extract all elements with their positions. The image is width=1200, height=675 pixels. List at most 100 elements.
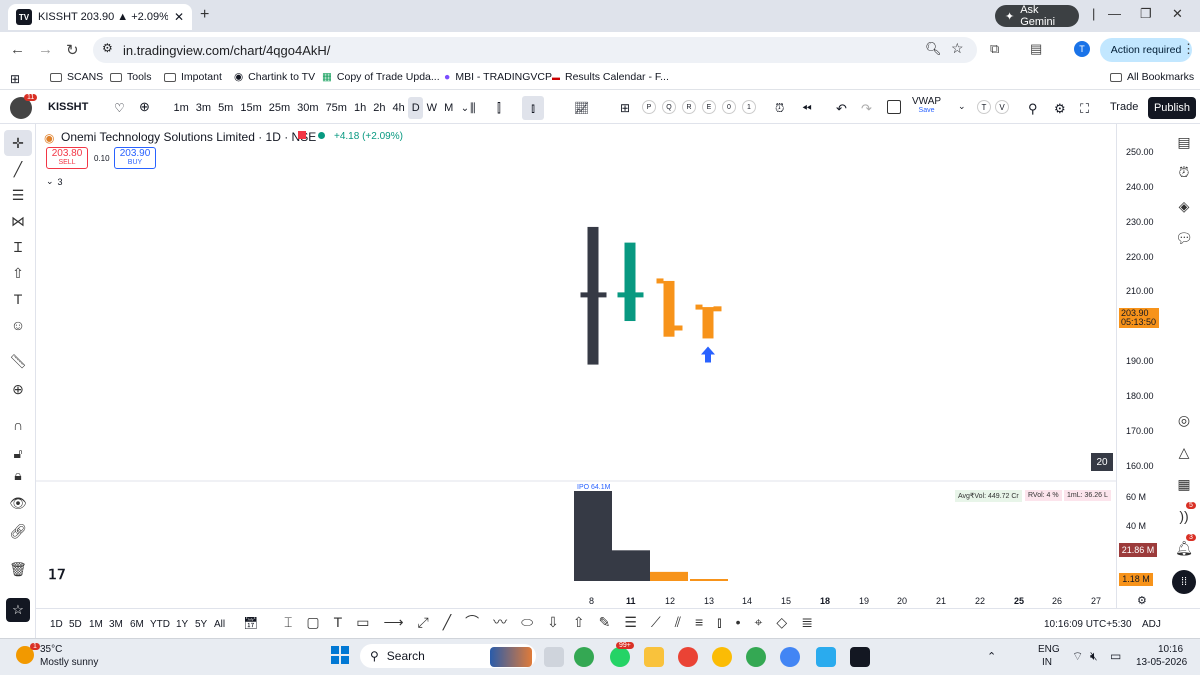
symbol-search[interactable]: KISSHT xyxy=(48,101,88,113)
letter-button-0[interactable]: 0 xyxy=(722,100,736,114)
favorites-star-icon[interactable]: ☆ xyxy=(6,598,30,622)
interval-25m[interactable]: 25m xyxy=(265,97,293,119)
fav-arrow-down-icon[interactable]: ⇩ xyxy=(547,614,559,631)
chat-icon[interactable]: 💬︎ xyxy=(1174,228,1194,248)
fav-path-icon[interactable]: 〰 xyxy=(493,612,507,632)
interval-75m[interactable]: 75m xyxy=(322,97,350,119)
fav-horizontal-ray-icon[interactable]: ⟶ xyxy=(383,614,403,631)
range-YTD[interactable]: YTD xyxy=(150,619,170,630)
tradingview-logo[interactable]: 𝟣𝟩 xyxy=(48,566,66,583)
chrome-icon-4[interactable] xyxy=(746,647,766,667)
new-tab-button[interactable]: + xyxy=(200,6,209,24)
interval-30m[interactable]: 30m xyxy=(294,97,322,119)
templates-icon[interactable]: ⊞ xyxy=(620,101,630,115)
emoji-icon[interactable]: ☺ xyxy=(9,316,27,334)
fav-ellipse-icon[interactable]: ⬭ xyxy=(521,614,533,631)
letter-button-v[interactable]: V xyxy=(995,100,1009,114)
letter-button-R[interactable]: R xyxy=(682,100,696,114)
fib-icon[interactable]: ☰ xyxy=(9,186,27,204)
indicators-icon[interactable]: 📈︎ xyxy=(574,101,589,115)
range-6M[interactable]: 6M xyxy=(130,619,144,630)
bookmark-results-calendar[interactable]: ▬ Results Calendar - F... xyxy=(552,71,669,83)
forecast-icon[interactable]: Ɪ xyxy=(9,238,27,256)
stay-in-drawing-icon[interactable]: 🔒︎ xyxy=(9,466,27,484)
ohlc-bars-icon[interactable]: ⫾ xyxy=(522,96,544,120)
fav-curve-icon[interactable]: ⌒ xyxy=(465,612,479,632)
restore-icon[interactable]: ❐ xyxy=(1140,6,1152,22)
range-3M[interactable]: 3M xyxy=(109,619,123,630)
range-5Y[interactable]: 5Y xyxy=(195,619,207,630)
range-5D[interactable]: 5D xyxy=(69,619,82,630)
fav-rectangle-icon[interactable]: ▢ xyxy=(306,614,319,631)
fav-measure-icon[interactable]: ⟋ xyxy=(651,614,661,631)
shapes-icon[interactable]: ⇧ xyxy=(9,264,27,282)
search-highlight-icon[interactable] xyxy=(490,647,532,667)
streams-icon[interactable]: )) xyxy=(1174,506,1194,526)
magnet-icon[interactable]: ∩ xyxy=(9,416,27,434)
calendar-panel-icon[interactable]: ▦ xyxy=(1174,474,1194,494)
lock-drawings-icon[interactable]: 🔓︎ xyxy=(9,444,27,462)
interval-5m[interactable]: 5m xyxy=(215,97,237,119)
bookmark-tools[interactable]: Tools xyxy=(110,71,152,83)
all-bookmarks[interactable]: All Bookmarks xyxy=(1110,71,1194,83)
forward-icon[interactable]: → xyxy=(38,41,53,58)
bookmark-impotant[interactable]: Impotant xyxy=(164,71,222,83)
site-info-icon[interactable]: ⚙ xyxy=(102,41,113,55)
interval-2h[interactable]: 2h xyxy=(370,97,389,119)
interval-W[interactable]: W xyxy=(423,97,440,119)
browser-menu-icon[interactable]: ⋮ xyxy=(1182,41,1195,57)
candles-style-icon[interactable]: ⫿ xyxy=(497,101,501,116)
whatsapp-icon[interactable] xyxy=(610,647,630,667)
crosshair-icon[interactable]: ✛ xyxy=(9,134,27,152)
bars-style-icon[interactable]: ⫼ xyxy=(470,101,476,116)
reload-icon[interactable]: ↻ xyxy=(66,41,79,59)
compare-symbol-icon[interactable]: ⊕ xyxy=(139,99,150,115)
bookmark-copy-trade[interactable]: ▦ Copy of Trade Upda... xyxy=(322,71,440,83)
range-All[interactable]: All xyxy=(214,619,225,630)
fav-pin-icon[interactable]: ⌖ xyxy=(755,614,763,631)
profile-avatar[interactable]: T xyxy=(1074,41,1090,57)
chrome-icon-2[interactable] xyxy=(678,647,698,667)
fav-trend-icon[interactable]: ╱ xyxy=(443,614,451,631)
chrome-icon-5[interactable] xyxy=(780,647,800,667)
interval-M[interactable]: M xyxy=(441,97,457,119)
fav-cursor-icon[interactable]: ⌶ xyxy=(284,614,292,631)
letter-button-Q[interactable]: Q xyxy=(662,100,676,114)
link-icon[interactable]: 🔗︎ xyxy=(9,522,27,540)
quick-search-icon[interactable]: ⚲ xyxy=(1028,101,1038,117)
bookmark-scans[interactable]: SCANS xyxy=(50,71,103,83)
letter-button-E[interactable]: E xyxy=(702,100,716,114)
layers-icon[interactable]: ◈ xyxy=(1174,196,1194,216)
wifi-icon[interactable]: ⌔ xyxy=(1072,649,1083,664)
fav-dot-icon[interactable]: • xyxy=(736,614,741,630)
back-icon[interactable]: ← xyxy=(10,41,25,58)
fav-callout-icon[interactable]: ▭ xyxy=(356,614,369,631)
interval-D[interactable]: D xyxy=(408,97,424,119)
fav-pattern-icon[interactable]: ◇ xyxy=(776,614,787,631)
fav-lines-icon[interactable]: ≡ xyxy=(695,614,703,630)
range-1D[interactable]: 1D xyxy=(50,619,63,630)
vwap-layout-button[interactable]: VWAP Save xyxy=(912,96,941,114)
tray-chevron-icon[interactable]: ⌃ xyxy=(987,650,996,663)
minimize-icon[interactable]: — xyxy=(1108,6,1121,21)
replay-icon[interactable]: ⏪︎ xyxy=(802,101,812,116)
alert-icon[interactable]: ⏰︎ xyxy=(775,101,784,116)
browser-tab[interactable]: TV KISSHT 203.90 ▲ +2.09% VWAP ✕ xyxy=(8,4,192,30)
range-1Y[interactable]: 1Y xyxy=(176,619,188,630)
layout-icon[interactable] xyxy=(887,100,901,114)
chart-canvas[interactable] xyxy=(36,124,1116,608)
capcut-icon[interactable] xyxy=(850,647,870,667)
text-tool-icon[interactable]: T xyxy=(9,290,27,308)
fav-candle-icon[interactable]: ⫾ xyxy=(717,614,721,631)
undo-icon[interactable]: ↶ xyxy=(836,101,847,117)
task-view-icon[interactable] xyxy=(544,647,564,667)
adjust-button[interactable]: ADJ xyxy=(1142,619,1161,630)
fav-text-icon[interactable]: T xyxy=(334,614,343,630)
battery-icon[interactable]: ▭ xyxy=(1110,649,1121,663)
interval-4h[interactable]: 4h xyxy=(389,97,408,119)
taskbar-time[interactable]: 10:16 xyxy=(1158,644,1183,655)
windows-start-icon[interactable] xyxy=(331,646,349,664)
ideas-icon[interactable]: △ xyxy=(1174,442,1194,462)
language-eng[interactable]: ENG xyxy=(1038,644,1060,655)
range-1M[interactable]: 1M xyxy=(89,619,103,630)
